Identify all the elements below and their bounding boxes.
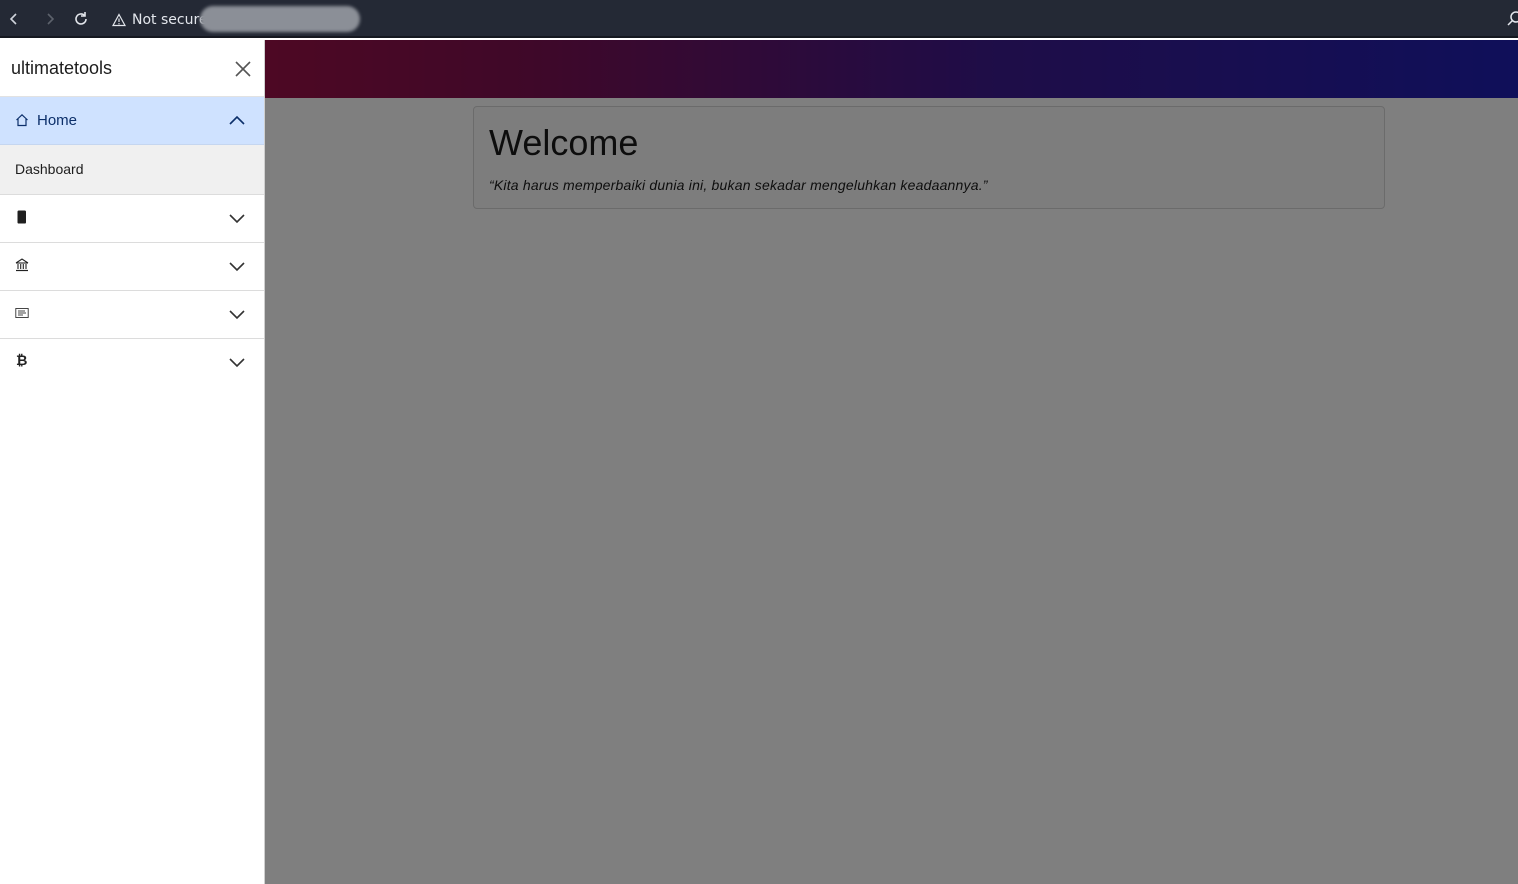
bank-icon <box>15 258 29 272</box>
forward-button[interactable] <box>40 9 60 29</box>
chevron-up-icon <box>229 115 245 125</box>
offcanvas-sidebar: ultimatetools Home Dashboard ₿ <box>0 40 265 884</box>
sidebar-item-list[interactable] <box>0 291 264 339</box>
bitcoin-icon: ₿ <box>16 353 28 369</box>
sidebar-item-phone[interactable] <box>0 195 264 243</box>
reload-button[interactable] <box>71 9 91 29</box>
back-button[interactable] <box>4 9 24 29</box>
chevron-left-icon <box>9 13 17 25</box>
sidebar-subitem-label: Dashboard <box>15 161 84 177</box>
chevron-down-icon <box>229 262 245 272</box>
warning-triangle-icon <box>112 13 126 27</box>
security-indicator[interactable]: Not secure <box>112 10 208 30</box>
sidebar-item-bank[interactable] <box>0 243 264 291</box>
search-icon <box>1507 11 1518 26</box>
browser-toolbar: Not secure <box>0 0 1518 38</box>
web-page: Welcome “Kita harus memperbaiki dunia in… <box>0 40 1518 884</box>
sidebar-header: ultimatetools <box>0 40 264 97</box>
phone-icon <box>17 210 26 224</box>
sidebar-item-bitcoin[interactable]: ₿ <box>0 339 264 387</box>
sidebar-subitem-dashboard[interactable]: Dashboard <box>0 145 264 195</box>
chevron-right-icon <box>47 13 55 25</box>
home-icon <box>16 113 28 127</box>
list-icon <box>15 308 29 318</box>
close-icon <box>235 61 251 77</box>
close-button[interactable] <box>232 58 254 80</box>
sidebar-item-home[interactable]: Home <box>0 97 264 145</box>
chevron-down-icon <box>229 358 245 368</box>
zoom-button[interactable] <box>1506 10 1518 28</box>
address-bar-url-redacted[interactable] <box>200 6 360 32</box>
chevron-down-icon <box>229 214 245 224</box>
security-text: Not secure <box>132 12 208 28</box>
reload-icon <box>75 12 87 25</box>
sidebar-item-label: Home <box>37 112 78 129</box>
chevron-down-icon <box>229 310 245 320</box>
sidebar-title: ultimatetools <box>11 58 113 78</box>
